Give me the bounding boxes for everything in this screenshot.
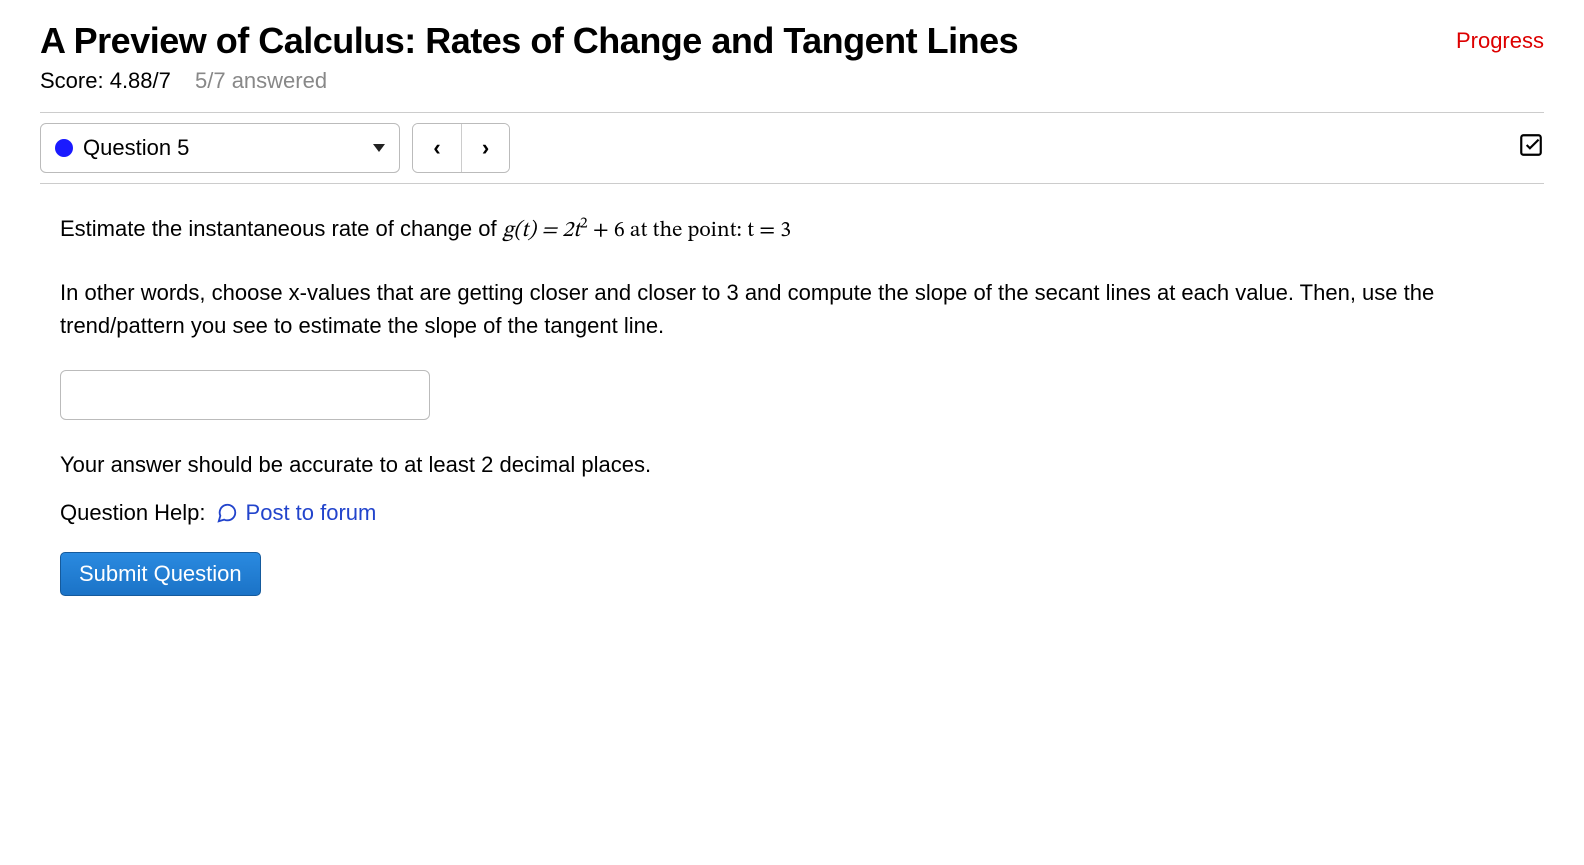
score-row: Score: 4.88/7 5/7 answered — [40, 68, 1544, 94]
prev-question-button[interactable]: ‹ — [413, 124, 461, 172]
speech-bubble-icon — [216, 502, 238, 524]
next-question-button[interactable]: › — [461, 124, 509, 172]
status-dot-icon — [55, 139, 73, 157]
page-title: A Preview of Calculus: Rates of Change a… — [40, 20, 1018, 62]
progress-link[interactable]: Progress — [1456, 28, 1544, 54]
question-selector[interactable]: Question 5 — [40, 123, 400, 173]
prompt-post: + 6 at the point: t = 3 — [588, 220, 791, 242]
submit-question-button[interactable]: Submit Question — [60, 552, 261, 596]
help-label: Question Help: — [60, 500, 206, 526]
question-prompt-line1: Estimate the instantaneous rate of chang… — [60, 212, 1540, 248]
question-nav-arrows: ‹ › — [412, 123, 510, 173]
prompt-exp: 2 — [580, 216, 588, 232]
answer-input[interactable] — [60, 370, 430, 420]
accuracy-hint: Your answer should be accurate to at lea… — [60, 452, 1540, 478]
divider — [40, 112, 1544, 113]
prompt-pre: Estimate the instantaneous rate of chang… — [60, 216, 503, 241]
post-to-forum-link[interactable]: Post to forum — [216, 500, 377, 526]
question-prompt-line2: In other words, choose x-values that are… — [60, 276, 1540, 342]
score-value: 4.88/7 — [110, 68, 171, 93]
checkbox-icon[interactable] — [1518, 132, 1544, 164]
score-prefix: Score: — [40, 68, 110, 93]
divider — [40, 183, 1544, 184]
answered-count: 5/7 answered — [195, 68, 327, 93]
forum-link-label: Post to forum — [246, 500, 377, 526]
question-label: Question 5 — [83, 135, 189, 161]
chevron-down-icon — [373, 144, 385, 152]
prompt-fn: g(t) = 2t — [503, 220, 580, 242]
